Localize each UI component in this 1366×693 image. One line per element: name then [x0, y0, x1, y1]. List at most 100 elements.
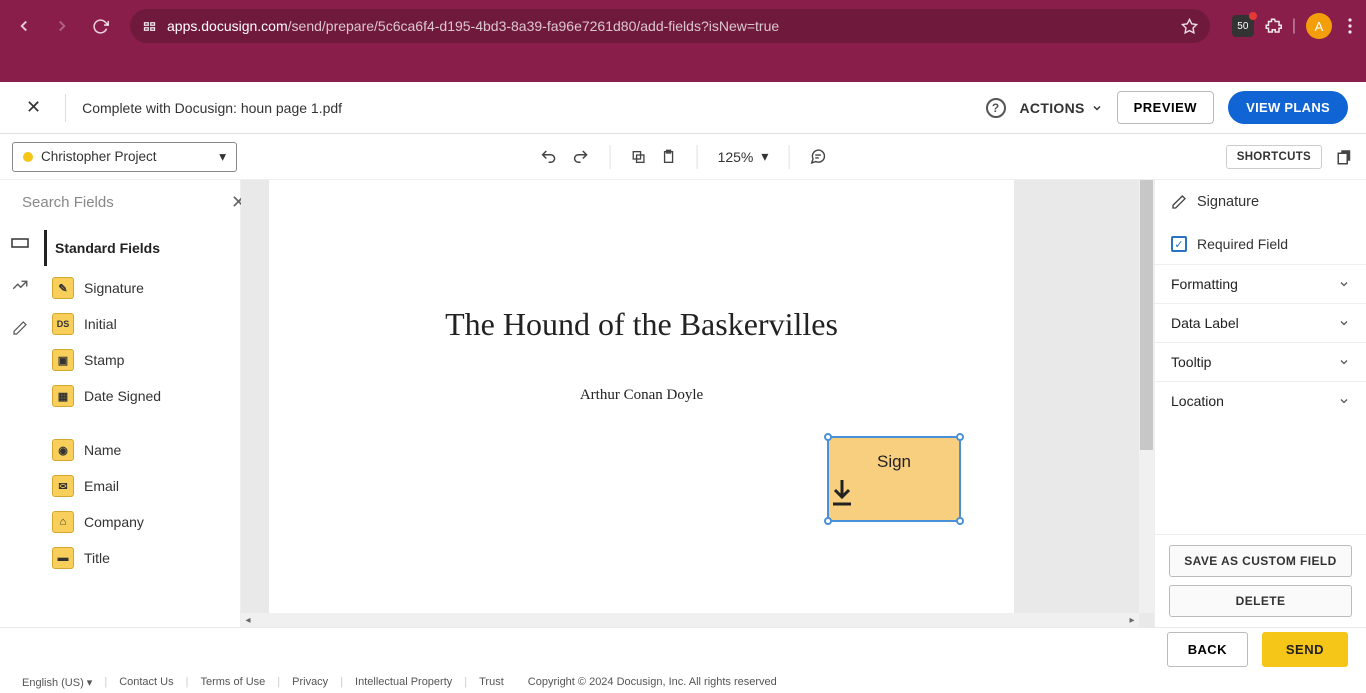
star-icon[interactable] — [1181, 18, 1198, 35]
editor-toolbar: Christopher Project ▾ 125%▾ SHORTCUTS — [0, 134, 1366, 180]
placed-signature-field[interactable]: Sign — [827, 436, 961, 522]
paste-icon[interactable] — [661, 149, 677, 165]
horizontal-scrollbar[interactable]: ◂▸ — [241, 613, 1139, 627]
custom-fields-mode-icon[interactable] — [7, 272, 33, 298]
section-header: Standard Fields — [44, 230, 230, 266]
bottom-action-bar: BACK SEND — [0, 627, 1366, 671]
footer-link-contact[interactable]: Contact Us — [119, 676, 173, 688]
save-custom-field-button[interactable]: SAVE AS CUSTOM FIELD — [1169, 545, 1352, 577]
section-location[interactable]: Location — [1155, 381, 1366, 420]
sign-field-label: Sign — [829, 452, 959, 472]
site-settings-icon — [142, 19, 157, 34]
properties-panel: Signature ✓ Required Field Formatting Da… — [1154, 180, 1366, 627]
section-tooltip[interactable]: Tooltip — [1155, 342, 1366, 381]
redo-icon[interactable] — [572, 148, 590, 166]
company-icon: ⌂ — [52, 511, 74, 533]
document-page[interactable]: The Hound of the Baskervilles Arthur Con… — [269, 180, 1014, 627]
checkbox-checked-icon[interactable]: ✓ — [1171, 236, 1187, 252]
shortcuts-button[interactable]: SHORTCUTS — [1226, 145, 1322, 169]
view-plans-button[interactable]: VIEW PLANS — [1228, 91, 1348, 124]
url-bar[interactable]: apps.docusign.com/send/prepare/5c6ca6f4-… — [130, 9, 1210, 43]
search-row: ✕ — [0, 180, 240, 224]
pages-icon[interactable] — [1336, 148, 1354, 166]
stamp-icon: ▣ — [52, 349, 74, 371]
document-title: Complete with Docusign: houn page 1.pdf — [82, 100, 342, 116]
browser-menu-icon[interactable] — [1342, 18, 1358, 34]
field-title[interactable]: ▬Title — [44, 540, 230, 576]
resize-handle[interactable] — [956, 433, 964, 441]
app-header: ✕ Complete with Docusign: houn page 1.pd… — [0, 82, 1366, 134]
initial-icon: DS — [52, 313, 74, 335]
recipient-selector[interactable]: Christopher Project ▾ — [12, 142, 237, 172]
close-icon[interactable]: ✕ — [18, 93, 49, 122]
url-text: apps.docusign.com/send/prepare/5c6ca6f4-… — [167, 18, 779, 34]
title-icon: ▬ — [52, 547, 74, 569]
chevron-down-icon — [1091, 102, 1103, 114]
sign-arrow-icon — [829, 478, 959, 508]
field-date-signed[interactable]: ▦Date Signed — [44, 378, 230, 414]
fields-panel: ✕ Standard Fields ✎Signature DSInitial ▣… — [0, 180, 241, 627]
field-label: Stamp — [84, 352, 124, 368]
footer-link-ip[interactable]: Intellectual Property — [355, 676, 452, 688]
search-input[interactable] — [22, 194, 221, 211]
footer-link-trust[interactable]: Trust — [479, 676, 504, 688]
comment-icon[interactable] — [809, 148, 826, 165]
profile-avatar[interactable]: A — [1306, 13, 1332, 39]
recipient-name: Christopher Project — [41, 149, 157, 164]
mode-rail — [0, 224, 40, 627]
delete-field-button[interactable]: DELETE — [1169, 585, 1352, 617]
chevron-down-icon — [1338, 317, 1350, 329]
browser-spacer — [0, 52, 1366, 82]
footer-link-privacy[interactable]: Privacy — [292, 676, 328, 688]
field-label: Company — [84, 514, 144, 530]
footer-link-terms[interactable]: Terms of Use — [200, 676, 265, 688]
resize-handle[interactable] — [956, 517, 964, 525]
field-signature[interactable]: ✎Signature — [44, 270, 230, 306]
required-field-toggle[interactable]: ✓ Required Field — [1155, 224, 1366, 264]
field-name[interactable]: ◉ Name — [44, 432, 230, 468]
actions-dropdown[interactable]: ACTIONS — [1020, 100, 1103, 116]
vertical-scrollbar[interactable] — [1139, 180, 1154, 613]
field-label: Signature — [84, 280, 144, 296]
copyright-text: Copyright © 2024 Docusign, Inc. All righ… — [528, 676, 777, 688]
resize-handle[interactable] — [824, 517, 832, 525]
help-icon[interactable]: ? — [986, 98, 1006, 118]
extensions-icon[interactable] — [1264, 17, 1282, 35]
page-author-text: Arthur Conan Doyle — [269, 387, 1014, 404]
chevron-down-icon: ▾ — [219, 149, 226, 165]
field-initial[interactable]: DSInitial — [44, 306, 230, 342]
undo-icon[interactable] — [540, 148, 558, 166]
extension-badge[interactable]: 50 — [1232, 15, 1254, 37]
send-button[interactable]: SEND — [1262, 632, 1348, 667]
reload-icon[interactable] — [84, 10, 116, 42]
zoom-selector[interactable]: 125%▾ — [718, 148, 769, 165]
email-icon: ✉ — [52, 475, 74, 497]
chevron-down-icon — [1338, 395, 1350, 407]
edit-mode-icon[interactable] — [8, 316, 32, 340]
field-label: Name — [84, 442, 121, 458]
field-email[interactable]: ✉ Email — [44, 468, 230, 504]
copy-icon[interactable] — [631, 149, 647, 165]
field-company[interactable]: ⌂ Company — [44, 504, 230, 540]
required-label: Required Field — [1197, 236, 1288, 252]
language-selector[interactable]: English (US) ▾ — [22, 676, 92, 689]
back-button[interactable]: BACK — [1167, 632, 1248, 667]
field-list[interactable]: Standard Fields ✎Signature DSInitial ▣ St… — [40, 224, 240, 627]
pencil-icon — [1171, 194, 1187, 210]
back-nav-icon[interactable] — [8, 10, 40, 42]
section-data-label[interactable]: Data Label — [1155, 303, 1366, 342]
field-stamp[interactable]: ▣ Stamp — [44, 342, 230, 378]
field-type-header: Signature — [1155, 180, 1366, 224]
resize-handle[interactable] — [824, 433, 832, 441]
chevron-down-icon — [1338, 278, 1350, 290]
page-title-text: The Hound of the Baskervilles — [269, 306, 1014, 343]
preview-button[interactable]: PREVIEW — [1117, 91, 1214, 124]
browser-toolbar: apps.docusign.com/send/prepare/5c6ca6f4-… — [0, 0, 1366, 52]
date-icon: ▦ — [52, 385, 74, 407]
document-canvas[interactable]: The Hound of the Baskervilles Arthur Con… — [241, 180, 1154, 627]
person-icon: ◉ — [52, 439, 74, 461]
section-formatting[interactable]: Formatting — [1155, 264, 1366, 303]
standard-fields-mode-icon[interactable] — [7, 232, 33, 254]
recipient-color-dot — [23, 152, 33, 162]
field-label: Email — [84, 478, 119, 494]
